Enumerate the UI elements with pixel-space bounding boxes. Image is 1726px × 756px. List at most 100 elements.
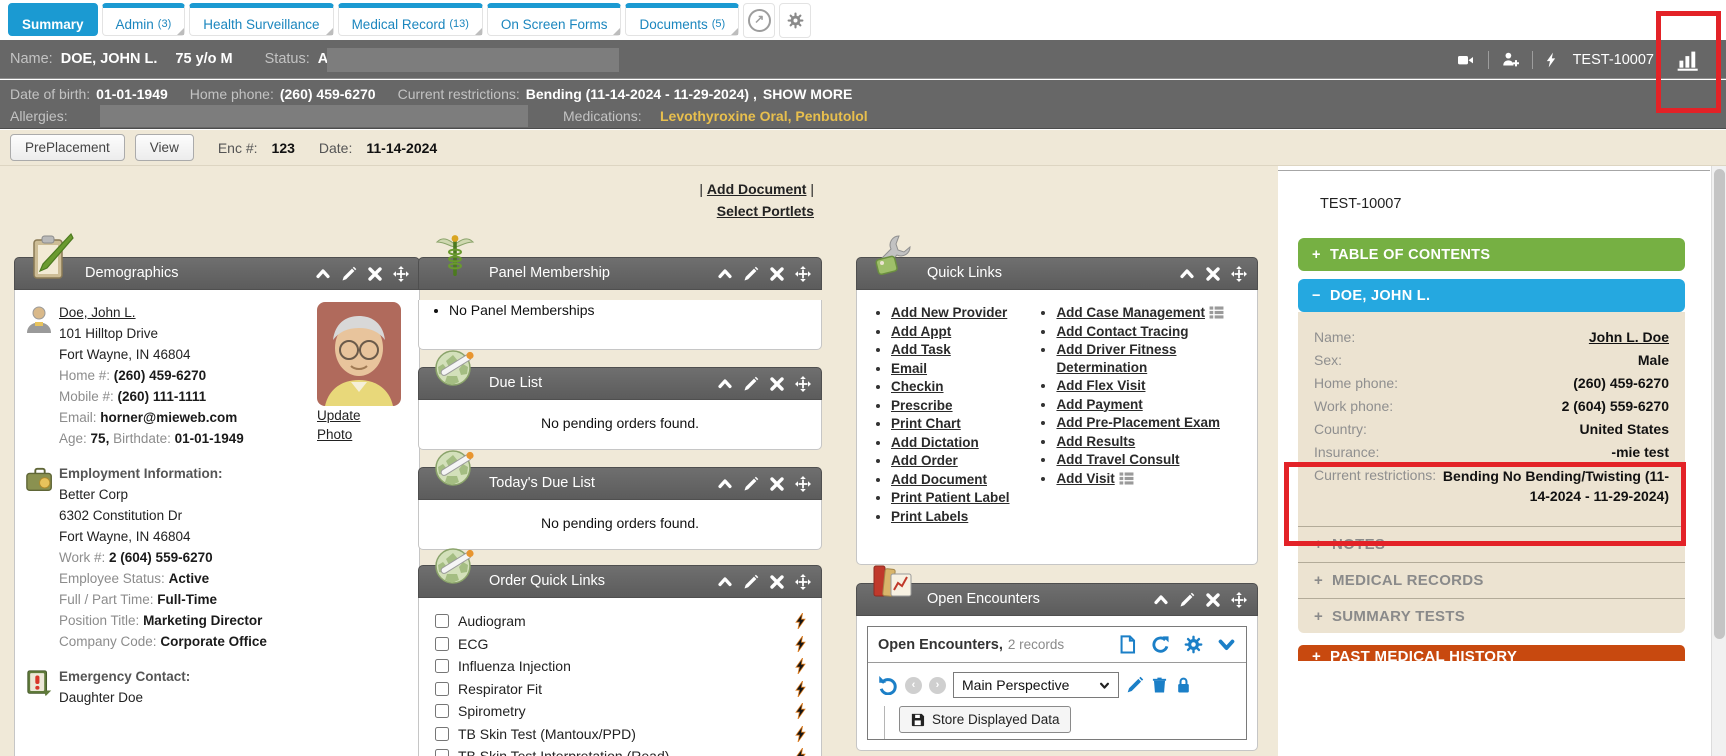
gear-icon[interactable] xyxy=(1184,635,1203,654)
collapse-chevron-icon[interactable] xyxy=(315,266,331,282)
list-grid-icon[interactable] xyxy=(1209,306,1224,319)
preplacement-button[interactable]: PrePlacement xyxy=(10,134,125,161)
quick-link[interactable]: Email xyxy=(891,361,927,376)
quick-link[interactable]: Print Chart xyxy=(891,416,961,431)
collapse-chevron-icon[interactable] xyxy=(717,266,733,282)
vertical-scrollbar[interactable] xyxy=(1711,166,1726,756)
sidebar-collapsed-section[interactable]: + SUMMARY TESTS xyxy=(1298,598,1685,634)
lightning-icon[interactable] xyxy=(794,613,807,629)
edit-pencil-icon[interactable] xyxy=(1126,676,1144,694)
quick-link[interactable]: Prescribe xyxy=(891,398,953,413)
tab-admin[interactable]: Admin(3) xyxy=(102,3,186,36)
order-checkbox[interactable] xyxy=(435,659,449,673)
patient-name-link[interactable]: John L. Doe xyxy=(1355,326,1669,349)
todays-due-list-header[interactable]: Today's Due List xyxy=(418,467,822,500)
lightning-icon[interactable] xyxy=(1545,52,1557,68)
edit-pencil-icon[interactable] xyxy=(743,376,759,392)
close-x-icon[interactable] xyxy=(1205,266,1221,282)
quick-link[interactable]: Print Patient Label xyxy=(891,490,1010,505)
quick-link[interactable]: Print Labels xyxy=(891,509,968,524)
collapse-chevron-icon[interactable] xyxy=(717,476,733,492)
tab-health-surveillance[interactable]: Health Surveillance xyxy=(189,3,333,36)
move-icon[interactable] xyxy=(795,476,811,492)
quick-link[interactable]: Add Travel Consult xyxy=(1056,452,1179,467)
move-icon[interactable] xyxy=(393,266,409,282)
panel-membership-header[interactable]: Panel Membership xyxy=(418,257,822,290)
view-button[interactable]: View xyxy=(135,134,194,161)
collapse-chevron-icon[interactable] xyxy=(1153,592,1169,608)
lightning-icon[interactable] xyxy=(794,681,807,697)
tab-overflow-button[interactable]: ↗ xyxy=(743,3,775,38)
settings-button[interactable] xyxy=(779,3,811,38)
person-add-icon[interactable] xyxy=(1501,51,1520,68)
collapse-chevron-icon[interactable] xyxy=(1179,266,1195,282)
update-photo-link[interactable]: Update Photo xyxy=(317,406,377,444)
edit-pencil-icon[interactable] xyxy=(1179,592,1195,608)
close-x-icon[interactable] xyxy=(769,574,785,590)
show-more-link[interactable]: SHOW MORE xyxy=(763,86,852,102)
lightning-icon[interactable] xyxy=(794,703,807,719)
video-camera-icon[interactable] xyxy=(1455,52,1476,68)
close-x-icon[interactable] xyxy=(769,476,785,492)
refresh-icon[interactable] xyxy=(1151,635,1170,654)
lightning-icon[interactable] xyxy=(794,636,807,652)
quick-link[interactable]: Add Driver Fitness Determination xyxy=(1056,342,1176,375)
patient-section-header[interactable]: − DOE, JOHN L. xyxy=(1298,279,1685,312)
bar-chart-icon[interactable] xyxy=(1676,49,1700,71)
edit-pencil-icon[interactable] xyxy=(743,266,759,282)
prev-page-icon[interactable]: ‹ xyxy=(905,677,922,694)
due-list-header[interactable]: Due List xyxy=(418,367,822,400)
move-icon[interactable] xyxy=(1231,266,1247,282)
trash-icon[interactable] xyxy=(1151,676,1168,694)
collapse-chevron-icon[interactable] xyxy=(717,574,733,590)
tab-documents[interactable]: Documents(5) xyxy=(625,3,739,36)
quick-link[interactable]: Add Document xyxy=(891,472,987,487)
lightning-icon[interactable] xyxy=(794,726,807,742)
next-page-icon[interactable]: › xyxy=(929,677,946,694)
lock-icon[interactable] xyxy=(1175,676,1192,694)
edit-pencil-icon[interactable] xyxy=(743,476,759,492)
close-x-icon[interactable] xyxy=(1205,592,1221,608)
tab-summary[interactable]: Summary xyxy=(8,3,98,36)
close-x-icon[interactable] xyxy=(367,266,383,282)
patient-name-link[interactable]: Doe, John L. xyxy=(59,305,136,320)
order-quick-links-header[interactable]: Order Quick Links xyxy=(418,565,822,598)
perspective-select[interactable]: Main Perspective xyxy=(953,672,1119,698)
tab-medical-record[interactable]: Medical Record(13) xyxy=(338,3,483,36)
move-icon[interactable] xyxy=(795,266,811,282)
quick-link[interactable]: Checkin xyxy=(891,379,944,394)
move-icon[interactable] xyxy=(1231,592,1247,608)
quick-link[interactable]: Add Case Management xyxy=(1056,305,1205,320)
open-encounters-header[interactable]: Open Encounters xyxy=(856,583,1258,616)
quick-link[interactable]: Add Flex Visit xyxy=(1056,378,1145,393)
lightning-icon[interactable] xyxy=(794,658,807,674)
chevron-down-icon[interactable] xyxy=(1217,635,1236,654)
quick-links-header[interactable]: Quick Links xyxy=(856,257,1258,290)
order-checkbox[interactable] xyxy=(435,637,449,651)
order-checkbox[interactable] xyxy=(435,704,449,718)
quick-link[interactable]: Add Order xyxy=(891,453,958,468)
order-checkbox[interactable] xyxy=(435,749,449,756)
quick-link[interactable]: Add Task xyxy=(891,342,951,357)
list-grid-icon[interactable] xyxy=(1119,472,1134,485)
table-of-contents-section[interactable]: + TABLE OF CONTENTS xyxy=(1298,238,1685,271)
new-document-icon[interactable] xyxy=(1118,635,1137,654)
quick-link[interactable]: Add Appt xyxy=(891,324,951,339)
quick-link[interactable]: Add New Provider xyxy=(891,305,1007,320)
order-checkbox[interactable] xyxy=(435,614,449,628)
move-icon[interactable] xyxy=(795,376,811,392)
close-x-icon[interactable] xyxy=(769,376,785,392)
quick-link[interactable]: Add Pre-Placement Exam xyxy=(1056,415,1220,430)
sidebar-collapsed-section[interactable]: + MEDICAL RECORDS xyxy=(1298,562,1685,598)
sidebar-collapsed-section[interactable]: + NOTES xyxy=(1298,526,1685,562)
demographics-header[interactable]: Demographics xyxy=(14,257,420,290)
lightning-icon[interactable] xyxy=(794,748,807,756)
quick-link[interactable]: Add Visit xyxy=(1056,471,1114,486)
order-checkbox[interactable] xyxy=(435,682,449,696)
order-checkbox[interactable] xyxy=(435,727,449,741)
edit-pencil-icon[interactable] xyxy=(341,266,357,282)
tab-on-screen-forms[interactable]: On Screen Forms xyxy=(487,3,622,36)
undo-icon[interactable] xyxy=(878,675,898,695)
close-x-icon[interactable] xyxy=(769,266,785,282)
past-medical-history-section[interactable]: +PAST MEDICAL HISTORY xyxy=(1298,645,1685,661)
